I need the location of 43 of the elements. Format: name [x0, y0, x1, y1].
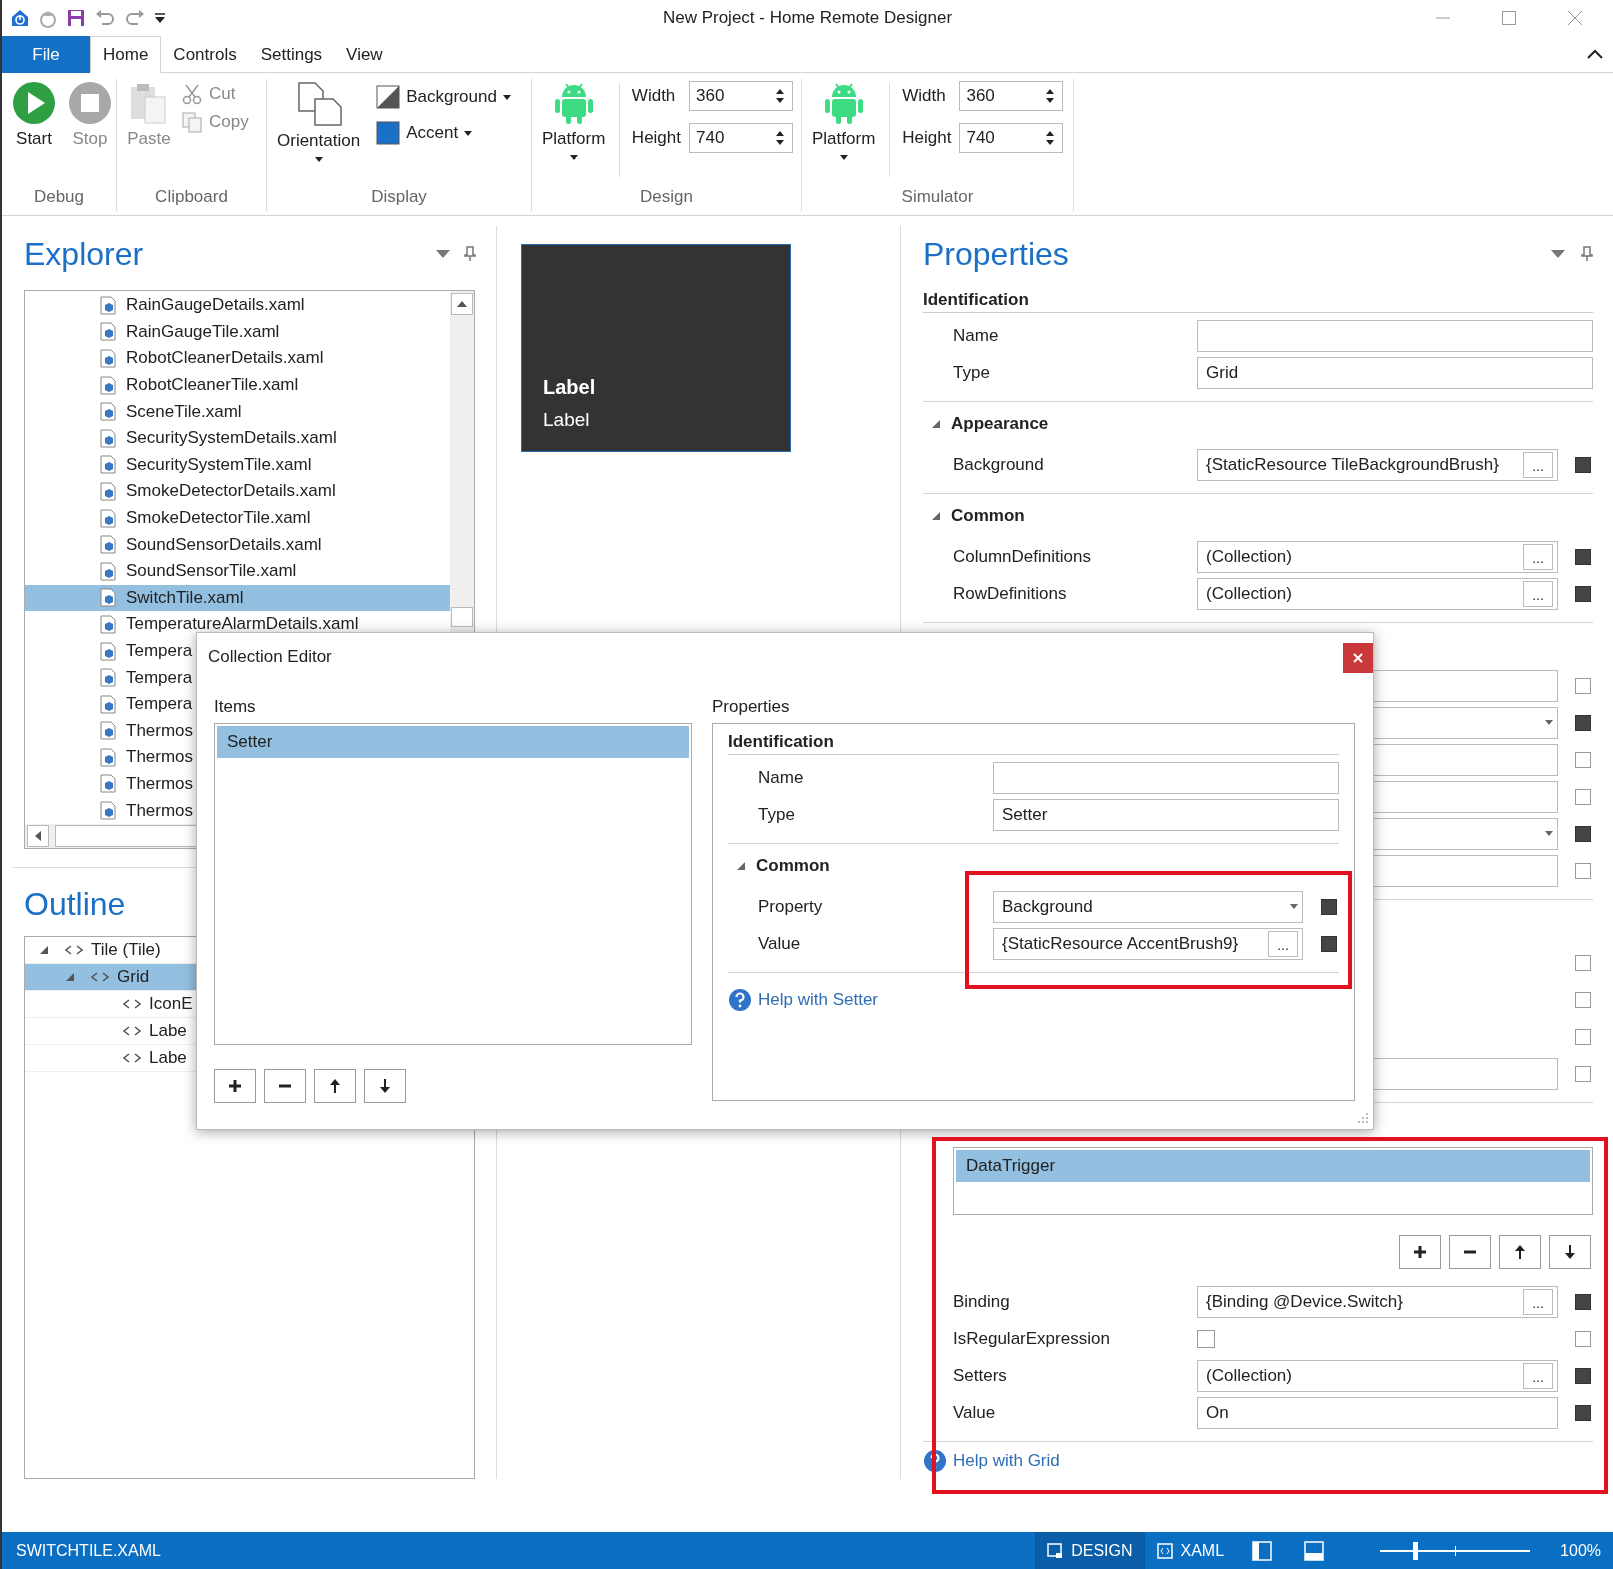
section-header: Identification	[923, 290, 1029, 310]
section-header: Common	[951, 506, 1025, 526]
tree-item-label: Labe	[149, 1020, 187, 1041]
width-label: Width	[902, 86, 947, 106]
height-label: Height	[631, 128, 681, 148]
ribbon-group-label: Debug	[32, 187, 86, 208]
property-label: Binding	[952, 1291, 1011, 1312]
property-label: Value	[952, 1402, 997, 1423]
property-label: Background	[952, 454, 1045, 475]
property-label: Setters	[952, 1365, 1008, 1386]
width-label: Width	[631, 86, 677, 106]
tree-item-label: IconE	[149, 993, 193, 1014]
tile-heading: Label	[543, 376, 597, 399]
tree-item-label: Labe	[149, 1047, 187, 1068]
ribbon-group-label: Design	[639, 187, 694, 208]
property-label: Property	[757, 896, 824, 917]
items-label: Items	[214, 697, 257, 717]
property-label: ColumnDefinitions	[952, 546, 1092, 567]
height-label: Height	[902, 128, 952, 148]
tree-item-label: Grid	[117, 966, 150, 987]
zoom-level: 100%	[1560, 1541, 1602, 1560]
tree-item-label: Tile (Tile)	[91, 939, 161, 960]
panel-title: Outline	[24, 886, 126, 924]
section-header: Identification	[728, 732, 834, 752]
property-label: Name	[757, 767, 805, 788]
tile-text: Label	[543, 409, 591, 431]
property-label: Type	[952, 362, 991, 383]
panel-title: Explorer	[24, 235, 144, 273]
property-label: RowDefinitions	[952, 583, 1068, 604]
section-header: Appearance	[951, 414, 1049, 434]
dialog-title: Collection Editor	[208, 646, 332, 667]
window-title: New Project - Home Remote Designer	[662, 8, 953, 28]
panel-title: Properties	[923, 235, 1069, 273]
property-label: Type	[757, 804, 796, 825]
section-header: Common	[756, 856, 830, 876]
property-label: Name	[952, 325, 1000, 346]
properties-label: Properties	[712, 697, 791, 717]
ribbon-group-label: Clipboard	[154, 187, 229, 208]
status-file-name: SWITCHTILE.XAML	[15, 1541, 161, 1560]
property-label: IsRegularExpression	[952, 1328, 1111, 1349]
property-label: Value	[757, 933, 802, 954]
ribbon-group-label: Simulator	[900, 187, 975, 208]
ribbon-group-label: Display	[370, 187, 428, 208]
